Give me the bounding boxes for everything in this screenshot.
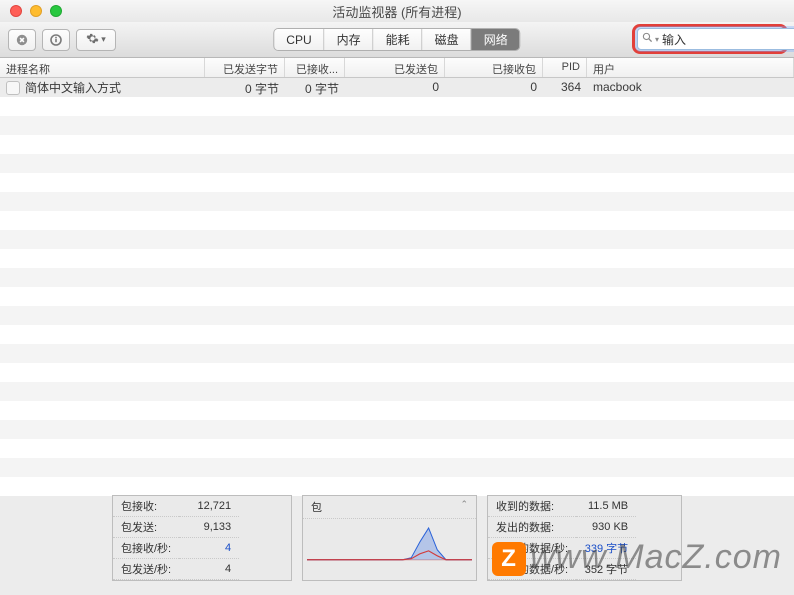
table-row[interactable]: 简体中文输入方式 0 字节 0 字节 0 0 364 macbook xyxy=(0,78,794,97)
chevron-down-icon: ▾ xyxy=(101,34,106,45)
search-highlight: ▾ ✕ xyxy=(632,24,788,54)
pkts-out-label: 包发送: xyxy=(113,517,179,538)
col-sent-bytes[interactable]: 已发送字节 xyxy=(205,58,285,77)
pkts-in-sec-value: 4 xyxy=(179,538,239,559)
data-panel: 收到的数据:11.5 MB 发出的数据:930 KB 收到的数据/秒:339 字… xyxy=(487,495,682,581)
cell-user: macbook xyxy=(587,78,794,97)
data-out-label: 发出的数据: xyxy=(488,517,576,538)
tab-segmented-control: CPU 内存 能耗 磁盘 网络 xyxy=(273,28,520,51)
data-in-sec-label: 收到的数据/秒: xyxy=(488,538,576,559)
tab-memory[interactable]: 内存 xyxy=(325,29,374,50)
search-scope-caret-icon[interactable]: ▾ xyxy=(655,35,659,44)
cell-recv-bytes: 0 字节 xyxy=(285,78,345,97)
col-recv-bytes[interactable]: 已接收... xyxy=(285,58,345,77)
cell-sent-bytes: 0 字节 xyxy=(205,78,285,97)
data-out-value: 930 KB xyxy=(576,517,636,538)
data-in-value: 11.5 MB xyxy=(576,496,636,517)
data-out-sec-value: 352 字节 xyxy=(576,559,636,580)
tab-energy[interactable]: 能耗 xyxy=(374,29,423,50)
search-field[interactable]: ▾ ✕ xyxy=(637,28,794,50)
chart-panel: 包⌃ xyxy=(302,495,477,581)
chart-menu-icon[interactable]: ⌃ xyxy=(460,499,468,515)
data-in-sec-value: 339 字节 xyxy=(576,538,636,559)
gear-icon xyxy=(86,32,99,48)
titlebar: 活动监视器 (所有进程) xyxy=(0,0,794,22)
search-icon xyxy=(642,32,653,46)
process-table: 简体中文输入方式 0 字节 0 字节 0 0 364 macbook xyxy=(0,78,794,498)
data-in-label: 收到的数据: xyxy=(488,496,576,517)
pkts-in-sec-label: 包接收/秒: xyxy=(113,538,179,559)
actions-menu-button[interactable]: ▾ xyxy=(76,29,116,51)
col-sent-packets[interactable]: 已发送包 xyxy=(345,58,445,77)
cell-pid: 364 xyxy=(543,78,587,97)
table-header: 进程名称 已发送字节 已接收... 已发送包 已接收包 PID 用户 xyxy=(0,58,794,78)
pkts-out-value: 9,133 xyxy=(179,517,239,538)
search-input[interactable] xyxy=(662,32,794,46)
col-process-name[interactable]: 进程名称 xyxy=(0,58,205,77)
data-out-sec-label: 发出的数据/秒: xyxy=(488,559,576,580)
tab-network[interactable]: 网络 xyxy=(472,29,520,50)
stop-process-button[interactable] xyxy=(8,29,36,51)
tab-disk[interactable]: 磁盘 xyxy=(423,29,472,50)
network-chart xyxy=(307,518,472,576)
tab-cpu[interactable]: CPU xyxy=(274,29,324,50)
packets-panel: 包接收:12,721 包发送:9,133 包接收/秒:4 包发送/秒:4 xyxy=(112,495,292,581)
pkts-in-value: 12,721 xyxy=(179,496,239,517)
col-pid[interactable]: PID xyxy=(543,58,587,77)
pkts-out-sec-label: 包发送/秒: xyxy=(113,559,179,580)
toolbar: ▾ CPU 内存 能耗 磁盘 网络 ▾ ✕ xyxy=(0,22,794,58)
chart-title: 包 xyxy=(311,499,322,515)
cell-sent-pkts: 0 xyxy=(345,78,445,97)
network-summary: 包接收:12,721 包发送:9,133 包接收/秒:4 包发送/秒:4 包⌃ … xyxy=(0,495,794,581)
process-name: 简体中文输入方式 xyxy=(25,79,121,96)
col-recv-packets[interactable]: 已接收包 xyxy=(445,58,543,77)
pkts-in-label: 包接收: xyxy=(113,496,179,517)
col-user[interactable]: 用户 xyxy=(587,58,794,77)
pkts-out-sec-value: 4 xyxy=(179,559,239,580)
cell-recv-pkts: 0 xyxy=(445,78,543,97)
window-title: 活动监视器 (所有进程) xyxy=(0,2,794,21)
process-icon xyxy=(6,81,20,95)
inspect-process-button[interactable] xyxy=(42,29,70,51)
